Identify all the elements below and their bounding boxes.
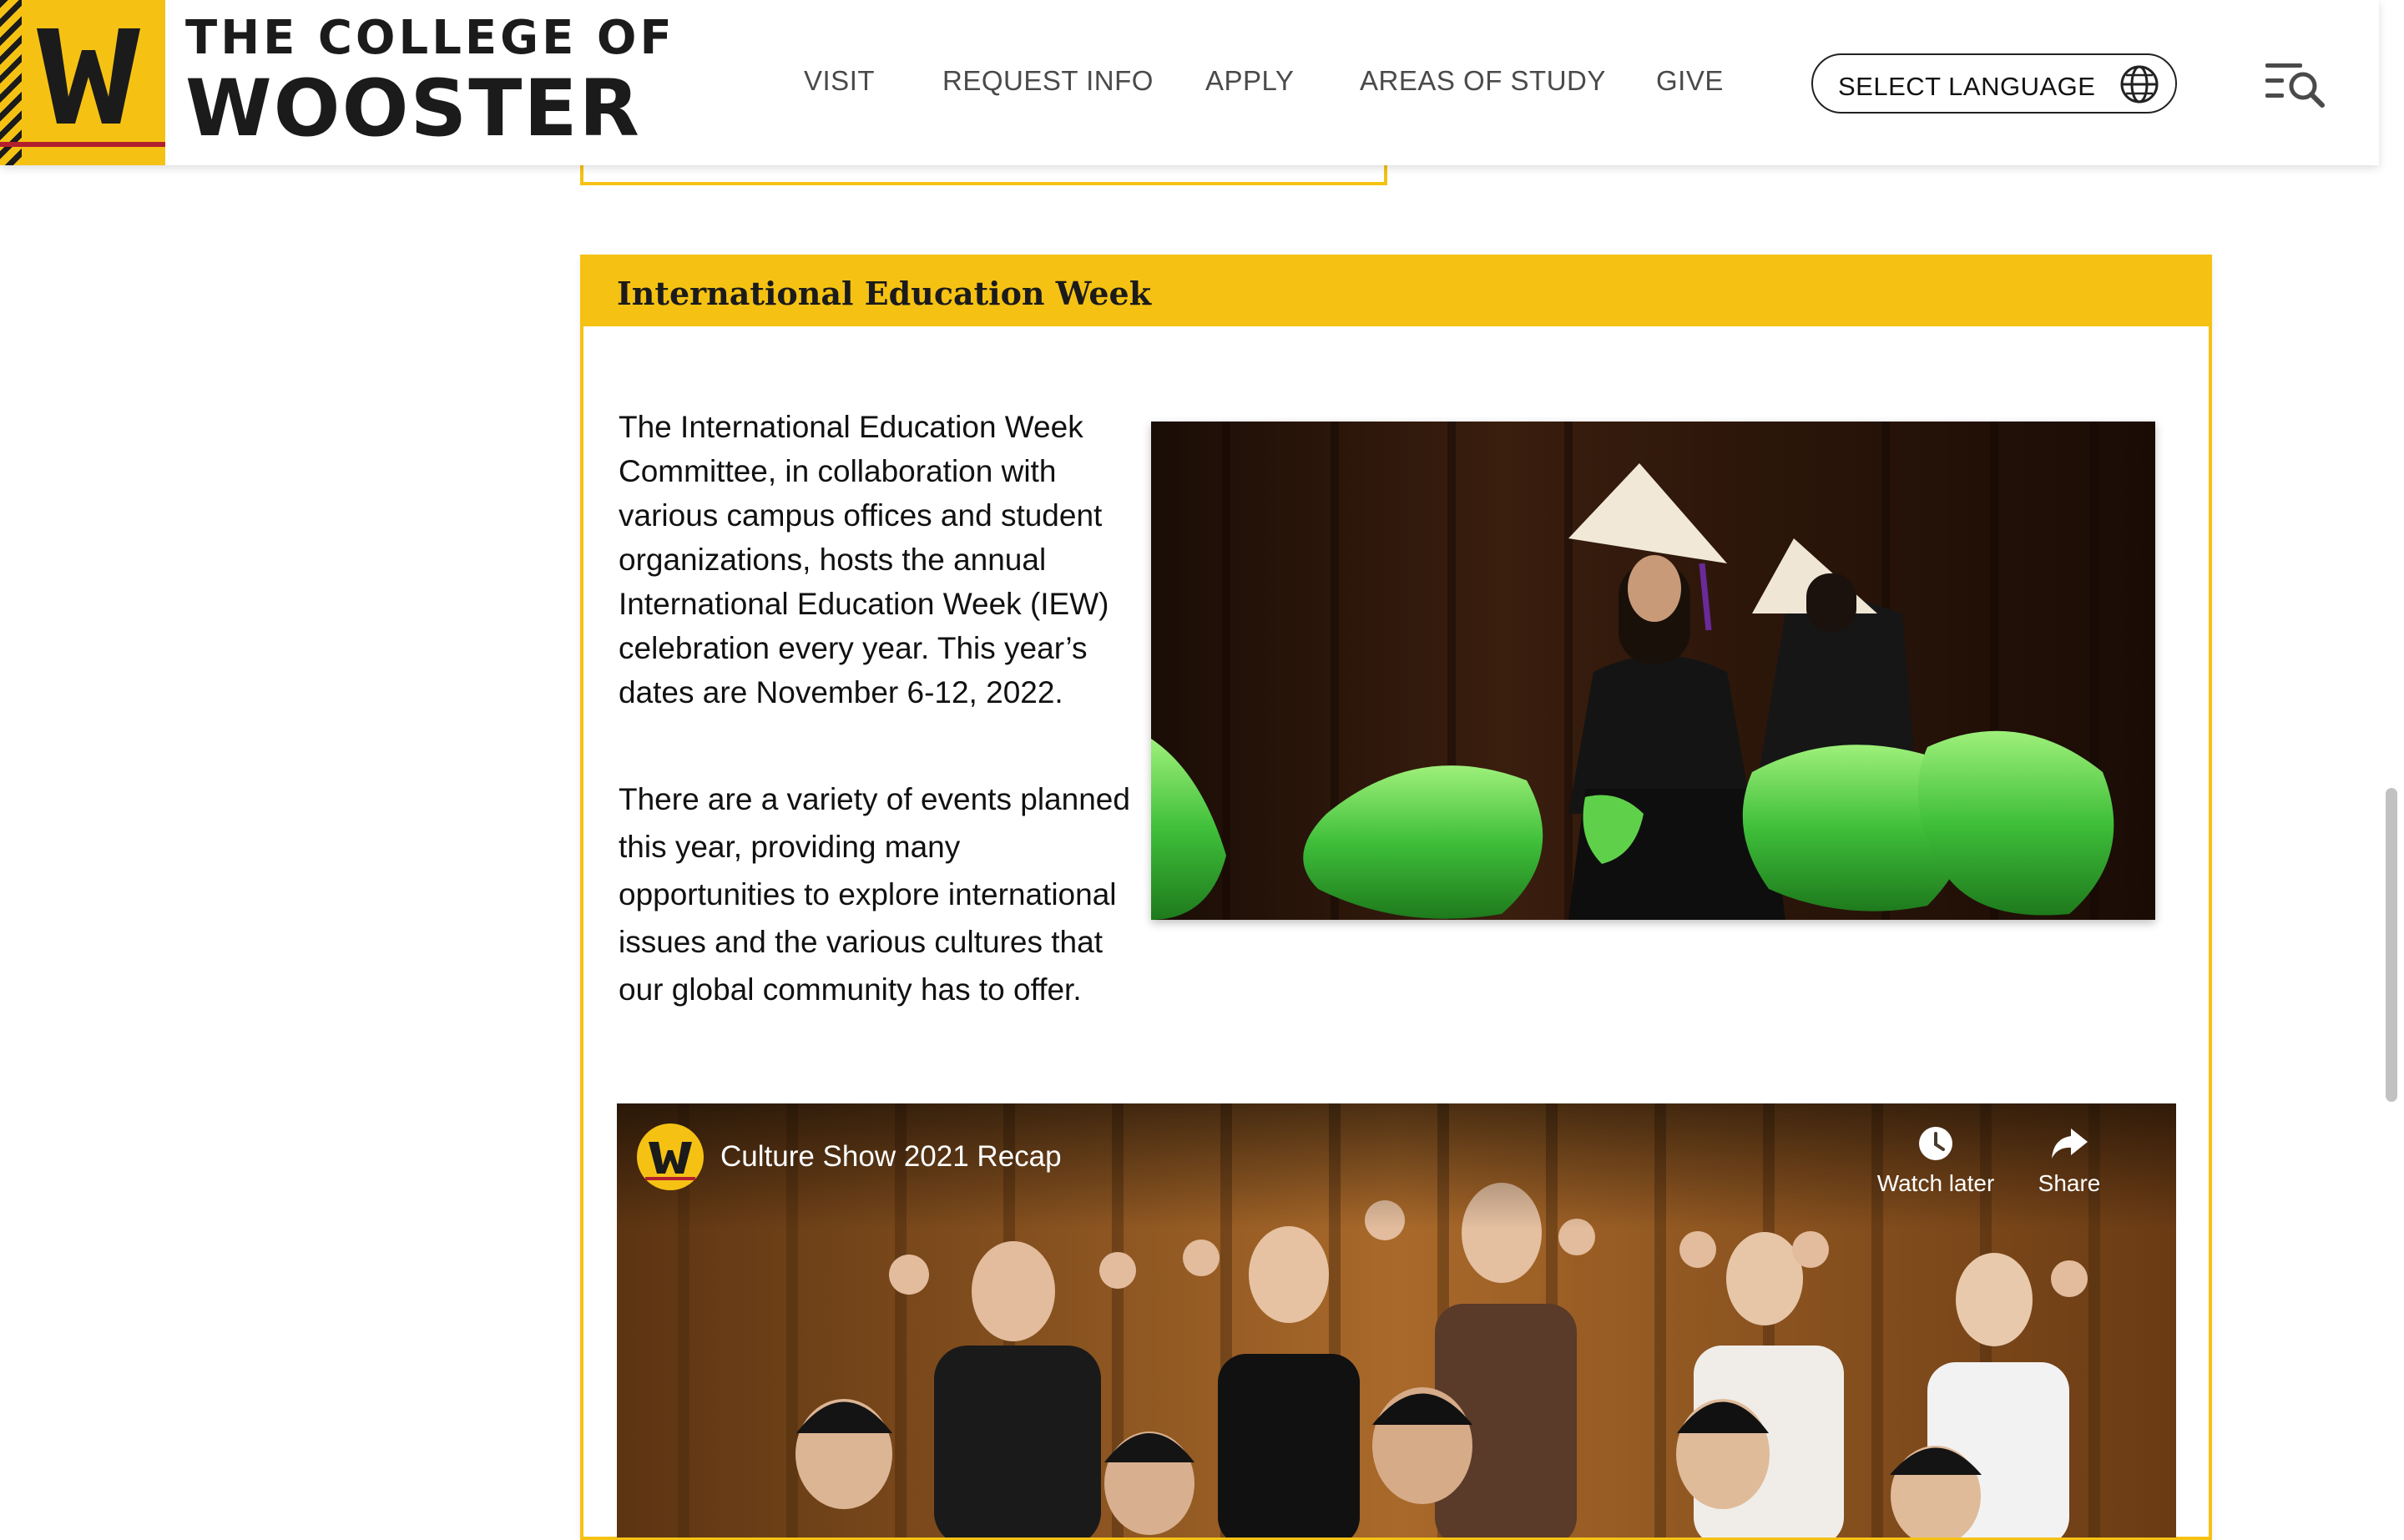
nav-areas-of-study[interactable]: AREAS OF STUDY xyxy=(1360,65,1606,97)
nav-give[interactable]: GIVE xyxy=(1656,65,1724,97)
share-button[interactable]: Share xyxy=(2002,1125,2136,1197)
iew-intro-paragraph: The International Education Week Committ… xyxy=(619,410,1109,709)
language-select-label: SELECT LANGUAGE xyxy=(1838,72,2096,101)
nav-request-info[interactable]: REQUEST INFO xyxy=(942,65,1154,97)
share-arrow-icon xyxy=(2052,1128,2088,1159)
watch-later-button[interactable]: Watch later xyxy=(1869,1125,2002,1197)
logo-red-line xyxy=(0,142,165,147)
culture-show-video-embed[interactable]: Culture Show 2021 Recap Watch later Shar… xyxy=(617,1103,2176,1537)
dance-performance-photo xyxy=(1151,422,2155,920)
channel-avatar-icon[interactable] xyxy=(637,1123,704,1190)
language-select[interactable]: SELECT LANGUAGE xyxy=(1811,53,2177,114)
wordmark-top: THE COLLEGE OF xyxy=(185,11,675,65)
nav-visit[interactable]: VISIT xyxy=(804,65,875,97)
dance-photo-illustration xyxy=(1151,422,2155,920)
menu-search-icon[interactable] xyxy=(2265,58,2326,109)
college-wordmark[interactable]: THE COLLEGE OF WOOSTER xyxy=(185,15,675,149)
page-scrollbar-thumb[interactable] xyxy=(2386,788,2397,1102)
nav-apply[interactable]: APPLY xyxy=(1205,65,1294,97)
iew-events-paragraph: There are a variety of events planned th… xyxy=(619,782,1130,1007)
logo-stripes xyxy=(0,0,22,165)
iew-card-header: International Education Week xyxy=(583,258,2209,326)
watch-later-label: Watch later xyxy=(1876,1170,1995,1196)
video-title[interactable]: Culture Show 2021 Recap xyxy=(720,1140,1062,1174)
site-header: THE COLLEGE OF WOOSTER VISIT REQUEST INF… xyxy=(0,0,2379,165)
share-label: Share xyxy=(2038,1170,2101,1196)
college-logo[interactable] xyxy=(0,0,165,165)
globe-icon xyxy=(2120,65,2159,104)
wooster-w-logo-icon xyxy=(37,28,140,124)
clock-icon xyxy=(1919,1127,1952,1160)
iew-card-title: International Education Week xyxy=(617,275,1152,312)
wordmark-bottom: WOOSTER xyxy=(185,63,641,154)
iew-card: International Education Week The Interna… xyxy=(580,255,2212,1540)
